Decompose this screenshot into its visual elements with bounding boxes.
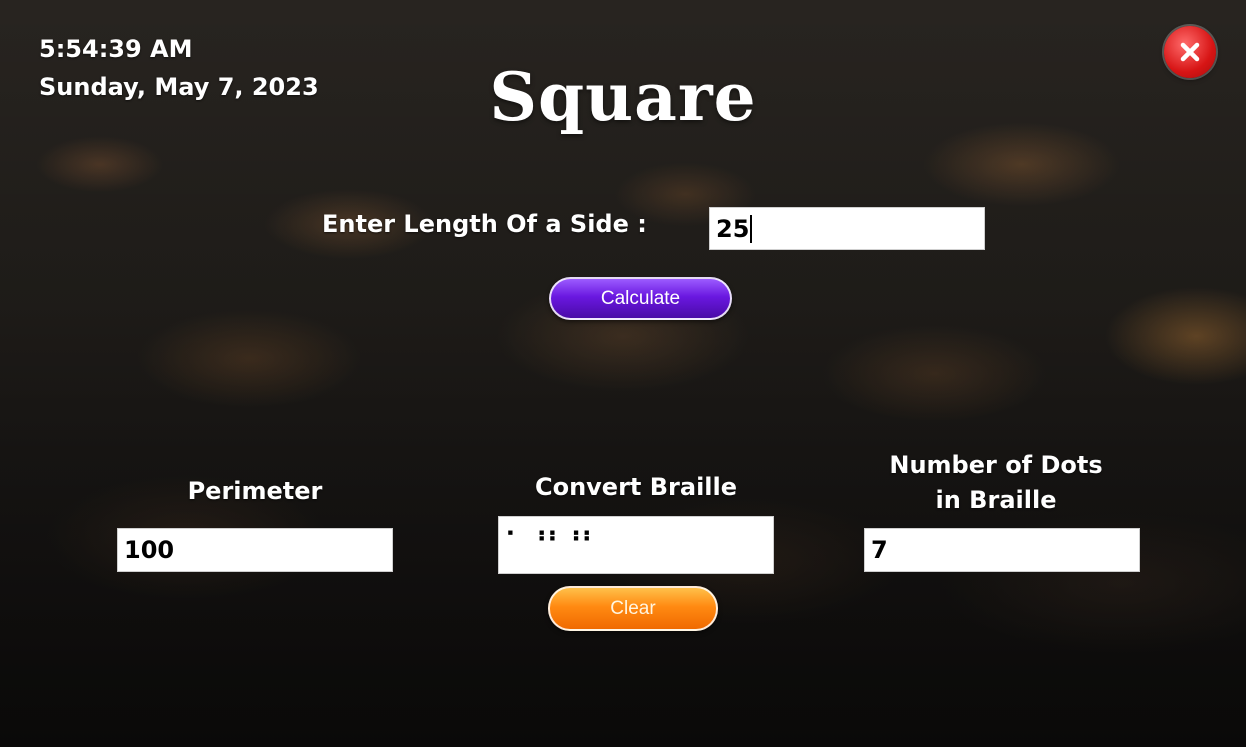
braille-output: ⠂ ⠰⠆⠰⠆ [498,516,774,574]
clear-button[interactable]: Clear [548,586,718,631]
perimeter-label: Perimeter [187,477,323,505]
dots-count-value: 7 [871,536,888,564]
dots-count-output: 7 [864,528,1140,572]
braille-label: Convert Braille [534,473,738,501]
calculate-button[interactable]: Calculate [549,277,732,320]
perimeter-value: 100 [124,536,175,564]
close-button[interactable] [1164,26,1216,78]
dots-count-label-line1: Number of Dots [889,451,1103,479]
perimeter-output: 100 [117,528,393,572]
side-length-input[interactable]: 25 [709,207,985,250]
dots-count-label-line2: in Braille [935,486,1057,514]
side-length-value: 25 [716,214,750,243]
braille-value: ⠂ ⠰⠆⠰⠆ [505,523,599,548]
side-length-label: Enter Length Of a Side : [322,210,647,238]
dots-count-label: Number of Dots in Braille [864,448,1128,518]
close-icon [1180,42,1200,62]
page-title: Square [489,58,757,136]
text-caret [750,214,753,243]
